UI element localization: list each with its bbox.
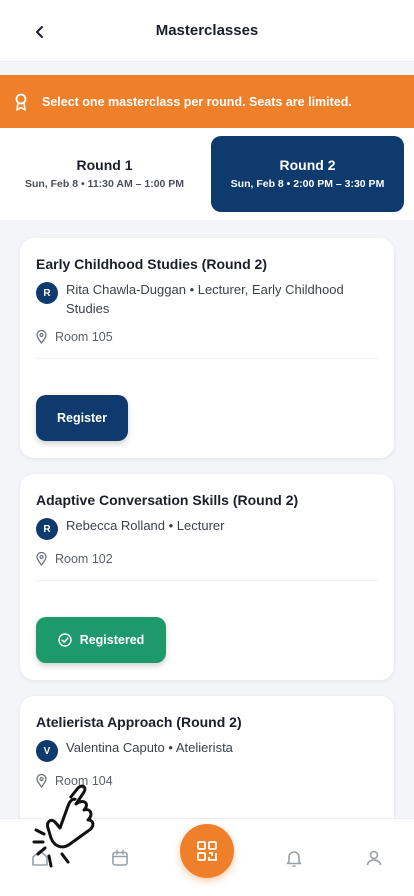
masterclass-list[interactable]: Early Childhood Studies (Round 2) R Rita…: [0, 228, 414, 818]
home-icon: [32, 849, 48, 866]
masterclass-card: Early Childhood Studies (Round 2) R Rita…: [20, 238, 394, 458]
info-banner: Select one masterclass per round. Seats …: [0, 75, 414, 128]
room-label: Room 104: [55, 774, 113, 788]
check-circle-icon: [57, 633, 72, 647]
registered-label: Registered: [79, 633, 145, 647]
round-selector: Round 1 Sun, Feb 8 • 11:30 AM – 1:00 PM …: [0, 128, 414, 220]
bell-icon: [286, 850, 302, 867]
calendar-icon: [112, 849, 128, 866]
tab-round-2[interactable]: Round 2 Sun, Feb 8 • 2:00 PM – 3:30 PM: [211, 136, 404, 212]
location-pin-icon: [36, 774, 47, 788]
masterclass-card: Atelierista Approach (Round 2) V Valenti…: [20, 696, 394, 818]
avatar: R: [36, 518, 58, 540]
masterclass-title: Atelierista Approach (Round 2): [36, 714, 242, 730]
round-label: Round 1: [76, 156, 133, 173]
round-label: Round 2: [279, 156, 336, 173]
award-icon: [14, 93, 28, 111]
speaker-row: V Valentina Caputo • Atelierista: [36, 738, 378, 762]
banner-text: Select one masterclass per round. Seats …: [42, 94, 352, 109]
room-label: Room 102: [55, 552, 113, 566]
room-row: Room 104: [36, 774, 378, 788]
avatar: R: [36, 282, 58, 304]
page-title: Masterclasses: [155, 22, 259, 39]
back-button[interactable]: [26, 18, 54, 46]
location-pin-icon: [36, 330, 47, 344]
round-time: Sun, Feb 8 • 11:30 AM – 1:00 PM: [24, 177, 185, 190]
qr-code-icon: [197, 840, 217, 861]
masterclass-card: Adaptive Conversation Skills (Round 2) R…: [20, 474, 394, 680]
tab-notifications[interactable]: [274, 838, 314, 878]
location-pin-icon: [36, 552, 47, 566]
bottom-tab-bar: [0, 818, 414, 896]
masterclass-title: Early Childhood Studies (Round 2): [36, 256, 267, 272]
round-time: Sun, Feb 8 • 2:00 PM – 3:30 PM: [230, 177, 385, 190]
room-row: Room 102: [36, 552, 378, 566]
masterclass-title: Adaptive Conversation Skills (Round 2): [36, 492, 299, 508]
speaker-info: Rebecca Rolland • Lecturer: [66, 518, 225, 533]
room-row: Room 105: [36, 330, 378, 344]
tab-round-1[interactable]: Round 1 Sun, Feb 8 • 11:30 AM – 1:00 PM: [8, 136, 201, 212]
app-header: Masterclasses: [0, 0, 414, 62]
speaker-row: R Rita Chawla-Duggan • Lecturer, Early C…: [36, 280, 378, 318]
register-button[interactable]: Register: [36, 395, 128, 441]
tab-calendar[interactable]: [100, 838, 140, 878]
divider: [36, 580, 378, 581]
user-icon: [366, 850, 382, 865]
chevron-left-icon: [36, 26, 43, 38]
speaker-info: Valentina Caputo • Atelierista: [66, 740, 233, 755]
register-label: Register: [56, 411, 108, 425]
divider: [36, 358, 378, 359]
speaker-info: Rita Chawla-Duggan • Lecturer, Early Chi…: [66, 282, 344, 316]
tab-home[interactable]: [20, 838, 60, 878]
qr-scan-button[interactable]: [180, 823, 234, 878]
avatar: V: [36, 740, 58, 762]
registered-button[interactable]: Registered: [36, 617, 166, 663]
room-label: Room 105: [55, 330, 113, 344]
tab-profile[interactable]: [354, 838, 394, 878]
speaker-row: R Rebecca Rolland • Lecturer: [36, 516, 378, 540]
